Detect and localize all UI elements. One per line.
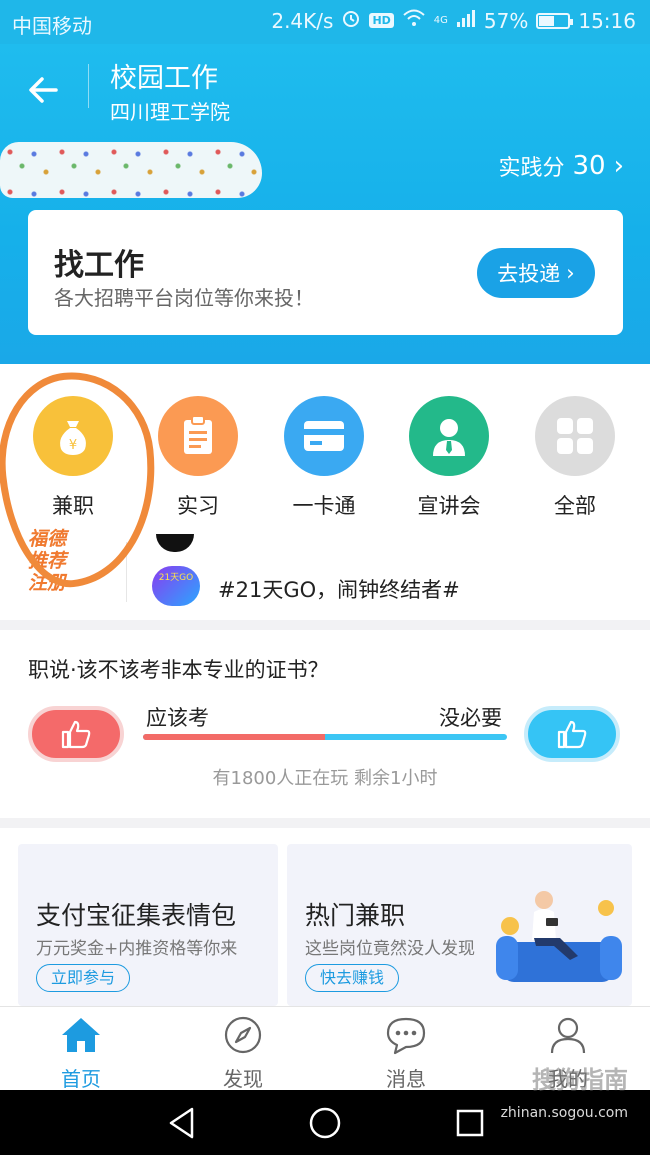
arrow-left-icon xyxy=(29,77,58,103)
promo-subtitle: 这些岗位竟然没人发现 xyxy=(305,939,475,959)
news-thumbnail-text: 21天GO xyxy=(158,573,194,583)
tab-label: 发现 xyxy=(223,1067,263,1091)
thumbs-up-icon xyxy=(61,720,91,749)
watermark-brand: 搜狗指南 xyxy=(532,1066,628,1094)
news-ticker[interactable]: 福德 推荐 注册 21天GO #21天GO，闹钟终结者# xyxy=(0,524,650,620)
practice-score: 30 xyxy=(572,151,606,181)
practice-score-link[interactable]: 实践分 30 › xyxy=(498,150,624,182)
hd-badge: HD xyxy=(369,13,394,28)
blurred-username xyxy=(0,142,262,198)
poll-card: 职说·该不该考非本专业的证书？ 应该考 没必要 有1800人正在玩 剩余1小时 xyxy=(0,630,650,818)
compass-icon xyxy=(224,1016,262,1054)
nav-home-icon[interactable] xyxy=(308,1106,342,1140)
home-icon xyxy=(62,1018,100,1052)
section-divider xyxy=(0,818,650,828)
news-thumbnail: 21天GO xyxy=(152,566,200,606)
entry-part-time[interactable]: ¥ 兼职 xyxy=(23,396,123,520)
vote-yes-button[interactable] xyxy=(28,706,124,762)
header: 校园工作 四川理工学院 实践分 30 › 找工作 各大招聘平台岗位等你来投！ 去… xyxy=(0,44,650,364)
poll-option-yes: 应该考 xyxy=(146,706,209,730)
promo-title: 支付宝征集表情包 xyxy=(36,901,237,930)
promo-section: 支付宝征集表情包 万元奖金+内推资格等你来 立即参与 热门兼职 这些岗位竟然没人… xyxy=(0,828,650,1006)
speaker-person-icon xyxy=(409,396,489,476)
message-icon xyxy=(386,1017,426,1055)
job-card-subtitle: 各大招聘平台岗位等你来投！ xyxy=(54,286,314,310)
divider xyxy=(126,542,127,602)
watermark: 搜狗指南 zhinan.sogou.com xyxy=(501,1060,628,1121)
chevron-right-icon: › xyxy=(613,151,624,181)
promo-subtitle: 万元奖金+内推资格等你来 xyxy=(36,939,238,959)
watermark-url: zhinan.sogou.com xyxy=(500,1105,628,1121)
nav-back-icon[interactable] xyxy=(166,1106,198,1140)
signal-icon xyxy=(456,8,476,33)
divider xyxy=(88,64,89,108)
previous-news-thumbnail xyxy=(156,534,194,552)
wifi-icon xyxy=(402,8,426,33)
carrier-name: 中国移动 xyxy=(12,14,92,38)
network-speed: 2.4K/s xyxy=(271,8,334,33)
card-icon xyxy=(284,396,364,476)
earn-money-button[interactable]: 快去赚钱 xyxy=(305,964,400,992)
entry-label: 实习 xyxy=(177,494,219,518)
tab-label: 消息 xyxy=(386,1067,426,1091)
join-now-button[interactable]: 立即参与 xyxy=(36,964,131,992)
poll-progress-bar xyxy=(143,734,507,740)
entry-label: 宣讲会 xyxy=(417,494,481,518)
entry-campus-card[interactable]: 一卡通 xyxy=(274,396,374,520)
tab-messages[interactable]: 消息 xyxy=(356,1015,456,1092)
tab-home[interactable]: 首页 xyxy=(31,1015,131,1092)
vote-no-button[interactable] xyxy=(524,706,620,762)
page-title: 校园工作 xyxy=(110,63,218,94)
entry-all[interactable]: 全部 xyxy=(525,396,625,520)
section-divider xyxy=(0,620,650,630)
battery-icon xyxy=(536,12,574,29)
promo-title: 热门兼职 xyxy=(305,901,406,930)
thumbs-up-icon xyxy=(557,720,587,749)
clock: 15:16 xyxy=(578,8,636,33)
job-card[interactable]: 找工作 各大招聘平台岗位等你来投！ 去投递 › xyxy=(28,210,623,335)
news-headline[interactable]: #21天GO，闹钟终结者# xyxy=(218,574,460,604)
battery-percent: 57% xyxy=(483,8,529,33)
news-logo-line: 注册 xyxy=(28,572,67,594)
entry-internship[interactable]: 实习 xyxy=(148,396,248,520)
tab-discover[interactable]: 发现 xyxy=(193,1015,293,1092)
tab-label: 首页 xyxy=(61,1067,101,1091)
user-icon xyxy=(550,1017,586,1054)
status-icons: 2.4K/s HD 4G 57% 15:16 xyxy=(271,8,636,33)
grid-icon xyxy=(535,396,615,476)
back-button[interactable] xyxy=(22,68,66,112)
promo-card-alipay[interactable]: 支付宝征集表情包 万元奖金+内推资格等你来 立即参与 xyxy=(18,844,278,1006)
poll-yes-fill xyxy=(143,734,325,740)
entry-label: 兼职 xyxy=(52,494,94,518)
alarm-icon xyxy=(341,8,361,33)
news-logo-line: 推荐 xyxy=(28,550,67,572)
entry-label: 全部 xyxy=(554,494,596,518)
clipboard-icon xyxy=(158,396,238,476)
nav-recents-icon[interactable] xyxy=(455,1108,485,1138)
poll-option-no: 没必要 xyxy=(439,706,502,730)
promo-card-hot-jobs[interactable]: 热门兼职 这些岗位竟然没人发现 快去赚钱 xyxy=(287,844,632,1006)
job-card-title: 找工作 xyxy=(54,248,144,283)
news-logo-line: 福德 xyxy=(28,528,67,550)
svg-text:¥: ¥ xyxy=(69,438,77,453)
practice-label: 实践分 xyxy=(498,156,565,181)
poll-footer: 有1800人正在玩 剩余1小时 xyxy=(212,768,438,789)
sofa-person-illustration xyxy=(496,891,622,982)
entry-career-talk[interactable]: 宣讲会 xyxy=(399,396,499,520)
poll-question: 职说·该不该考非本专业的证书？ xyxy=(28,658,329,682)
network-type: 4G xyxy=(433,15,448,26)
quick-entries: ¥ 兼职 实习 一卡通 宣讲会 全部 xyxy=(0,364,650,524)
news-logo: 福德 推荐 注册 xyxy=(28,528,120,612)
submit-resume-label: 去投递 xyxy=(497,262,561,286)
submit-resume-button[interactable]: 去投递 › xyxy=(477,248,595,298)
status-bar: 中国移动 2.4K/s HD 4G 57% 15:16 xyxy=(0,0,650,44)
chevron-right-icon: › xyxy=(566,261,575,285)
school-name: 四川理工学院 xyxy=(110,100,230,124)
money-bag-icon: ¥ xyxy=(33,396,113,476)
entry-label: 一卡通 xyxy=(292,494,356,518)
